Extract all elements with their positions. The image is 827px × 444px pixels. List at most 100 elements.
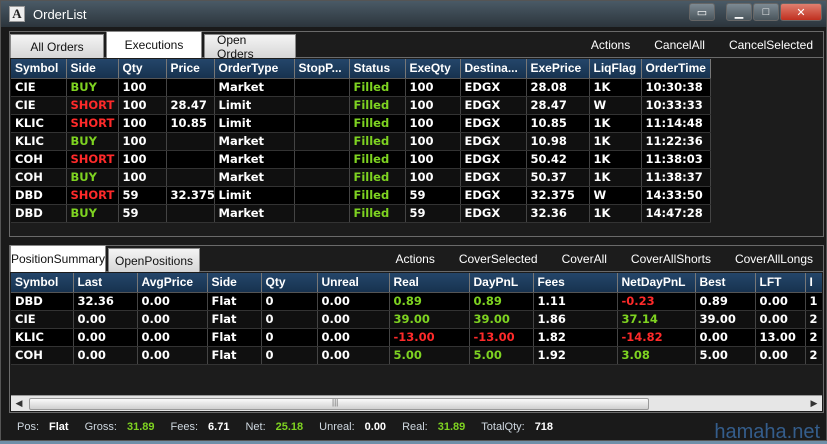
table-row[interactable]: COH SHORT 100 Market Filled 100 EDGX 50.42 1K 11:… — [11, 150, 711, 169]
window-options-icon[interactable]: ▭ — [689, 3, 715, 21]
pos-cell: 0 — [261, 292, 318, 311]
cancel-selected-button[interactable]: CancelSelected — [729, 38, 813, 52]
exec-col-header[interactable]: Destina... — [460, 59, 527, 79]
maximize-icon[interactable]: □ — [753, 3, 779, 21]
pos-cell: 0.00 — [317, 328, 390, 347]
exec-cell: Market — [214, 150, 295, 169]
pos-cell: 0.00 — [137, 346, 208, 365]
pos-cell: 32.36 — [73, 292, 138, 311]
pos-col-header[interactable]: I — [805, 273, 822, 293]
positions-horizontal-scrollbar[interactable]: ◀ ||| ▶ — [11, 395, 822, 411]
exec-cell: 14:47:28 — [641, 204, 711, 223]
actions-menu[interactable]: Actions — [591, 38, 630, 52]
scroll-thumb[interactable] — [29, 397, 649, 410]
table-row[interactable]: COH 0.00 0.00 Flat 0 0.00 5.00 5.00 1.92 3.08 5.00… — [11, 346, 822, 365]
pos-col-header[interactable]: Side — [207, 273, 262, 293]
pos-col-header[interactable]: AvgPrice — [137, 273, 208, 293]
cover-all-longs-button[interactable]: CoverAllLongs — [735, 252, 813, 266]
tab-open-positions[interactable]: OpenPositions — [108, 248, 200, 272]
exec-cell: 100 — [118, 132, 167, 151]
pos-cell: 39.00 — [469, 310, 534, 329]
exec-cell: 10.98 — [526, 132, 590, 151]
pos-cell: 0.00 — [137, 328, 208, 347]
pos-cell: 0.89 — [469, 292, 534, 311]
pos-col-header[interactable]: Unreal — [317, 273, 390, 293]
title-bar[interactable]: A OrderList ▭ ▁ □ ✕ — [1, 1, 826, 27]
table-row[interactable]: KLIC SHORT 100 10.85 Limit Filled 100 EDGX 10.85… — [11, 114, 711, 133]
exec-col-header[interactable]: LiqFlag — [589, 59, 642, 79]
table-row[interactable]: DBD SHORT 59 32.375 Limit Filled 59 EDGX 32.375 W… — [11, 186, 711, 205]
pos-cell: -13.00 — [389, 328, 470, 347]
exec-cell: CIE — [11, 78, 67, 97]
pos-cell: 5.00 — [469, 346, 534, 365]
table-row[interactable]: KLIC 0.00 0.00 Flat 0 0.00 -13.00 -13.00 1.82 -14… — [11, 328, 822, 347]
positions-table: Symbol Last AvgPrice Side Qty Unreal Real DayPn… — [11, 273, 822, 365]
exec-col-header[interactable]: ExeQty — [405, 59, 461, 79]
positions-actions-menu[interactable]: Actions — [395, 252, 434, 266]
totalqty-label: TotalQty: — [481, 421, 525, 433]
cover-all-button[interactable]: CoverAll — [562, 252, 607, 266]
cancel-all-button[interactable]: CancelAll — [654, 38, 705, 52]
exec-cell: 10.85 — [166, 114, 215, 133]
table-row[interactable]: CIE BUY 100 Market Filled 100 EDGX 28.08 1K 10:30… — [11, 78, 711, 97]
pos-col-header[interactable]: DayPnL — [469, 273, 534, 293]
exec-cell: Market — [214, 78, 295, 97]
exec-cell: BUY — [66, 78, 119, 97]
pos-col-header[interactable]: NetDayPnL — [617, 273, 696, 293]
pos-cell: Flat — [207, 346, 262, 365]
pos-col-header[interactable]: Real — [389, 273, 470, 293]
pos-col-header[interactable]: Fees — [533, 273, 618, 293]
pos-cell: -14.82 — [617, 328, 696, 347]
pos-cell: 0.89 — [389, 292, 470, 311]
exec-col-header[interactable]: Status — [349, 59, 406, 79]
exec-cell: 1K — [589, 168, 642, 187]
tab-all-orders[interactable]: All Orders — [10, 34, 104, 58]
scroll-right-icon[interactable]: ▶ — [806, 396, 822, 412]
tab-position-summary[interactable]: PositionSummary — [10, 245, 106, 272]
minimize-icon[interactable]: ▁ — [726, 3, 752, 21]
table-row[interactable]: DBD 32.36 0.00 Flat 0 0.00 0.89 0.89 1.11 -0.23 0.… — [11, 292, 822, 311]
pos-cell: 0.00 — [137, 310, 208, 329]
gross-label: Gross: — [84, 421, 117, 433]
table-row[interactable]: DBD BUY 59 Market Filled 59 EDGX 32.36 1K 14:47:2… — [11, 204, 711, 223]
exec-col-header[interactable]: Side — [66, 59, 119, 79]
exec-cell: EDGX — [460, 186, 527, 205]
exec-col-header[interactable]: Qty — [118, 59, 167, 79]
tab-open-orders[interactable]: Open Orders — [204, 33, 296, 61]
table-row[interactable]: COH BUY 100 Market Filled 100 EDGX 50.37 1K 11:38… — [11, 168, 711, 187]
cover-all-shorts-button[interactable]: CoverAllShorts — [631, 252, 711, 266]
exec-cell: 28.47 — [166, 96, 215, 115]
table-row[interactable]: CIE SHORT 100 28.47 Limit Filled 100 EDGX 28.47 W… — [11, 96, 711, 115]
exec-cell: 1K — [589, 204, 642, 223]
close-icon[interactable]: ✕ — [780, 3, 822, 21]
pos-col-header[interactable]: Symbol — [11, 273, 74, 293]
cover-selected-button[interactable]: CoverSelected — [459, 252, 538, 266]
pos-col-header[interactable]: LFT — [755, 273, 806, 293]
executions-grid[interactable]: Symbol Side Qty Price OrderType StopP... Statu… — [11, 59, 822, 235]
pos-cell: 0.00 — [317, 346, 390, 365]
exec-col-header[interactable]: OrderTime — [641, 59, 711, 79]
exec-cell — [166, 78, 215, 97]
pos-col-header[interactable]: Last — [73, 273, 138, 293]
pos-cell: 0.00 — [137, 292, 208, 311]
gross-value: 31.89 — [126, 421, 155, 433]
exec-col-header[interactable]: Symbol — [11, 59, 67, 79]
pos-cell: 0.89 — [695, 292, 756, 311]
exec-cell: EDGX — [460, 132, 527, 151]
exec-cell — [294, 204, 350, 223]
exec-col-header[interactable]: StopP... — [294, 59, 350, 79]
scroll-left-icon[interactable]: ◀ — [11, 396, 27, 412]
tab-executions[interactable]: Executions — [106, 31, 202, 58]
exec-cell: Filled — [349, 150, 406, 169]
table-row[interactable]: CIE 0.00 0.00 Flat 0 0.00 39.00 39.00 1.86 37.14 3… — [11, 310, 822, 329]
positions-grid[interactable]: Symbol Last AvgPrice Side Qty Unreal Real DayPn… — [11, 273, 822, 411]
table-row[interactable]: KLIC BUY 100 Market Filled 100 EDGX 10.98 1K 11:2… — [11, 132, 711, 151]
exec-col-header[interactable]: OrderType — [214, 59, 295, 79]
exec-cell: 59 — [405, 186, 461, 205]
exec-col-header[interactable]: Price — [166, 59, 215, 79]
status-bar: Pos: Flat Gross: 31.89 Fees: 6.71 Net: 2… — [9, 417, 824, 437]
exec-cell: Limit — [214, 96, 295, 115]
pos-col-header[interactable]: Qty — [261, 273, 318, 293]
pos-col-header[interactable]: Best — [695, 273, 756, 293]
exec-col-header[interactable]: ExePrice — [526, 59, 590, 79]
